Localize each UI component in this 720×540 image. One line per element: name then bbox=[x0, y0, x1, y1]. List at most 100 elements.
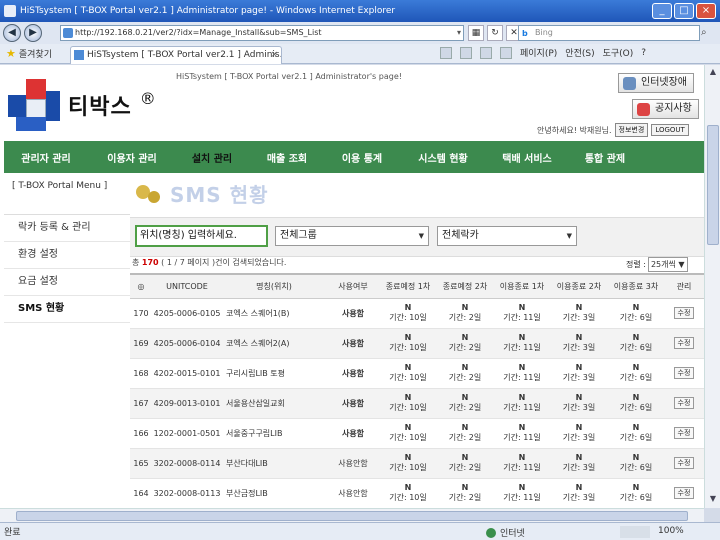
address-bar[interactable]: http://192.168.0.21/ver2/?idx=Manage_Ins… bbox=[60, 25, 464, 41]
page-icon bbox=[63, 28, 73, 38]
row-sms-cell: N 기간: 11일 bbox=[494, 358, 550, 389]
nav-admin[interactable]: 관리자 관리 bbox=[4, 150, 88, 165]
safety-menu[interactable]: 안전(S) bbox=[565, 46, 594, 59]
search-placeholder: Bing bbox=[535, 28, 553, 37]
row-sms-cell: N 기간: 3일 bbox=[550, 358, 608, 389]
row-no: 168 bbox=[130, 358, 152, 389]
row-no: 165 bbox=[130, 448, 152, 479]
tab-close-icon[interactable]: × bbox=[270, 47, 278, 63]
table-row: 166 1202-0001-0501 서울중구구립LIB 사용함 N 기간: 10일 N 기간… bbox=[130, 418, 704, 449]
edit-button[interactable]: 수정 bbox=[673, 397, 695, 409]
row-unitcode: 4205-0006-0104 bbox=[152, 328, 222, 359]
nav-sales[interactable]: 매출 조회 bbox=[248, 150, 326, 165]
vertical-scrollbar[interactable]: ▲ ▼ bbox=[704, 65, 720, 508]
notice-button[interactable]: 공지사항 bbox=[632, 99, 699, 119]
window-titlebar: HiSTsystem [ T-BOX Portal ver2.1 ] Admin… bbox=[0, 0, 720, 22]
search-box[interactable]: b Bing ⌕ bbox=[518, 25, 707, 41]
home-icon[interactable] bbox=[440, 46, 452, 59]
nav-control[interactable]: 통합 관제 bbox=[566, 150, 644, 165]
sort-control: 정렬 :25개씩 ▼ bbox=[626, 257, 688, 272]
hscroll-thumb bbox=[16, 511, 688, 521]
edit-button[interactable]: 수정 bbox=[673, 457, 695, 469]
row-sms-cell: N 기간: 3일 bbox=[550, 328, 608, 359]
logout-button[interactable]: LOGOUT bbox=[651, 124, 689, 136]
feeds-icon[interactable] bbox=[460, 46, 472, 59]
nav-system[interactable]: 시스템 현황 bbox=[398, 150, 488, 165]
row-name: 구리시립LIB 토평 bbox=[222, 358, 326, 389]
row-sms-cell: N 기간: 10일 bbox=[380, 418, 436, 449]
page-menu[interactable]: 페이지(P) bbox=[520, 46, 557, 59]
print-icon[interactable] bbox=[500, 46, 512, 59]
star-icon: ★ bbox=[6, 47, 16, 60]
row-sms-cell: N 기간: 6일 bbox=[608, 328, 664, 359]
sort-select[interactable]: 25개씩 ▼ bbox=[647, 257, 688, 272]
sidebar-item-settings[interactable]: 환경 설정 bbox=[4, 242, 130, 269]
back-icon[interactable]: ◀ bbox=[3, 24, 21, 42]
row-sms-cell: N 기간: 6일 bbox=[608, 358, 664, 389]
row-sms-cell: N 기간: 10일 bbox=[380, 298, 436, 329]
edit-button[interactable]: 수정 bbox=[673, 487, 695, 499]
locker-select[interactable]: 전체락카 ▼ bbox=[437, 226, 577, 246]
col-done2: 이용종료 2차 bbox=[550, 273, 608, 299]
browser-tab[interactable]: HiSTsystem [ T-BOX Portal ver2.1 ] Admin… bbox=[70, 46, 282, 64]
row-sms-cell: N 기간: 10일 bbox=[380, 388, 436, 419]
result-count: 총 170 ( 1 / 7 페이지 )건이 검색되었습니다. bbox=[132, 258, 287, 267]
location-search-input[interactable]: 위치(명칭) 입력하세요. bbox=[135, 225, 268, 247]
row-sms-cell: N 기간: 2일 bbox=[436, 388, 494, 419]
sidebar-item-locker[interactable]: 락카 등록 & 관리 bbox=[4, 215, 130, 242]
table-row: 167 4209-0013-0101 서울용산삼일교회 사용함 N 기간: 10일 N 기간:… bbox=[130, 388, 704, 419]
minimize-button[interactable]: _ bbox=[652, 3, 672, 19]
nav-delivery[interactable]: 택배 서비스 bbox=[488, 150, 566, 165]
row-use: 사용함 bbox=[326, 388, 380, 419]
maximize-button[interactable]: □ bbox=[674, 3, 694, 19]
row-name: 부산금정LIB bbox=[222, 478, 326, 508]
search-icon[interactable]: ⌕ bbox=[701, 26, 715, 40]
forward-icon[interactable]: ▶ bbox=[24, 24, 42, 42]
edit-button[interactable]: 수정 bbox=[673, 337, 695, 349]
col-end1: 종료예정 1차 bbox=[380, 273, 436, 299]
row-sms-cell: N 기간: 6일 bbox=[608, 418, 664, 449]
row-sms-cell: N 기간: 11일 bbox=[494, 418, 550, 449]
brand-name: 티박스 ® bbox=[68, 89, 157, 120]
edit-info-button[interactable]: 정보변경 bbox=[614, 123, 649, 137]
row-sms-cell: N 기간: 2일 bbox=[436, 328, 494, 359]
row-unitcode: 3202-0008-0113 bbox=[152, 478, 222, 508]
row-no: 169 bbox=[130, 328, 152, 359]
row-sms-cell: N 기간: 11일 bbox=[494, 388, 550, 419]
nav-users[interactable]: 이용자 관리 bbox=[88, 150, 176, 165]
zoom-level[interactable]: 100% bbox=[658, 526, 684, 536]
address-dropdown-icon[interactable]: ▾ bbox=[457, 26, 461, 40]
row-name: 코엑스 스퀘어2(A) bbox=[222, 328, 326, 359]
row-no: 167 bbox=[130, 388, 152, 419]
close-button[interactable]: × bbox=[696, 3, 716, 19]
nav-stats[interactable]: 이용 통계 bbox=[326, 150, 398, 165]
edit-button[interactable]: 수정 bbox=[673, 427, 695, 439]
compat-icon[interactable]: ▦ bbox=[468, 25, 484, 41]
row-unitcode: 4209-0013-0101 bbox=[152, 388, 222, 419]
protected-mode-icon bbox=[620, 526, 650, 538]
favorites-button[interactable]: ★ 즐겨찾기 bbox=[6, 47, 52, 60]
row-sms-cell: N 기간: 10일 bbox=[380, 328, 436, 359]
nav-install[interactable]: 설치 관리 bbox=[176, 150, 248, 165]
mail-icon[interactable] bbox=[480, 46, 492, 59]
edit-button[interactable]: 수정 bbox=[673, 367, 695, 379]
tools-menu[interactable]: 도구(O) bbox=[603, 46, 634, 59]
fault-button[interactable]: 인터넷장애 bbox=[618, 73, 694, 93]
row-sms-cell: N 기간: 11일 bbox=[494, 298, 550, 329]
horizontal-scrollbar[interactable] bbox=[0, 508, 704, 522]
row-sms-cell: N 기간: 11일 bbox=[494, 478, 550, 508]
edit-button[interactable]: 수정 bbox=[673, 307, 695, 319]
status-text: 완료 bbox=[4, 528, 21, 538]
globe-icon bbox=[486, 527, 496, 538]
row-unitcode: 1202-0001-0501 bbox=[152, 418, 222, 449]
sidebar-item-fees[interactable]: 요금 설정 bbox=[4, 269, 130, 296]
row-sms-cell: N 기간: 11일 bbox=[494, 448, 550, 479]
row-sms-cell: N 기간: 2일 bbox=[436, 478, 494, 508]
row-sms-cell: N 기간: 10일 bbox=[380, 358, 436, 389]
group-select[interactable]: 전체그룹 ▼ bbox=[275, 226, 429, 246]
row-no: 170 bbox=[130, 298, 152, 329]
row-no: 166 bbox=[130, 418, 152, 449]
sidebar-item-sms[interactable]: SMS 현황 bbox=[4, 296, 130, 323]
refresh-icon[interactable]: ↻ bbox=[487, 25, 503, 41]
help-icon[interactable]: ? bbox=[641, 48, 646, 58]
